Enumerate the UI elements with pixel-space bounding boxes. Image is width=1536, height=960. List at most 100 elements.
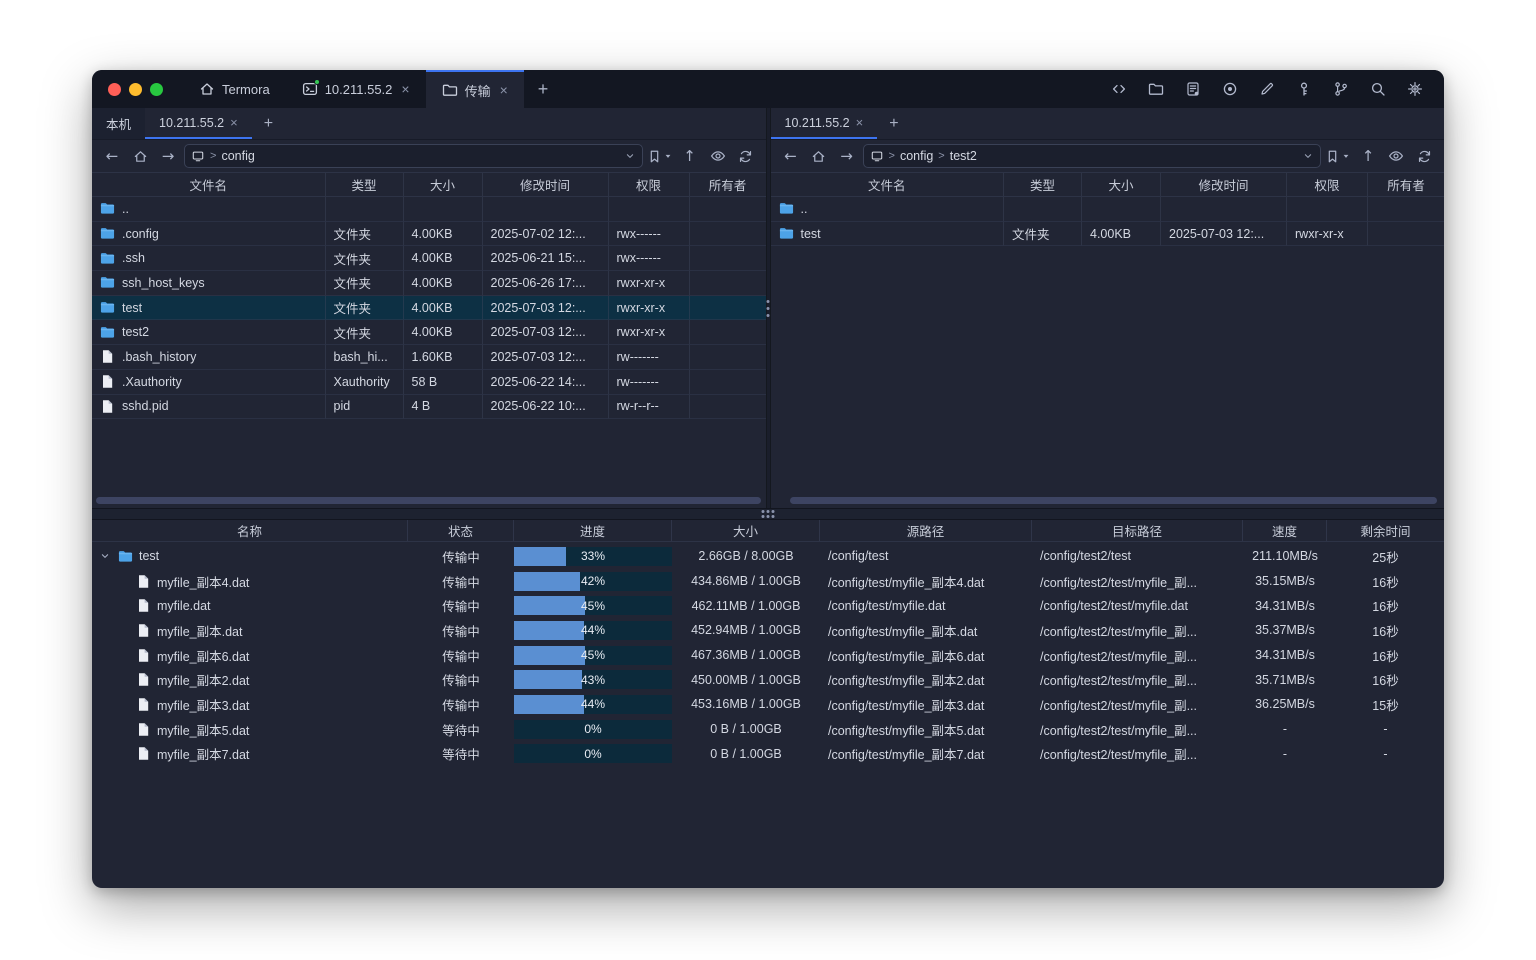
chevron-down-icon[interactable] <box>98 550 112 562</box>
tab-remote-host[interactable]: 10.211.55.2 × <box>145 108 252 139</box>
horizontal-scrollbar[interactable] <box>96 497 761 504</box>
col-type[interactable]: 类型 <box>1004 173 1082 196</box>
file-row[interactable]: test2 文件夹 4.00KB 2025-07-03 12:... rwxr-… <box>92 320 766 345</box>
col-perm[interactable]: 权限 <box>609 173 690 196</box>
close-tab-icon[interactable]: × <box>500 82 508 98</box>
path-breadcrumb[interactable]: > config > test2 <box>863 144 1322 168</box>
col-dst[interactable]: 目标路径 <box>1032 520 1243 541</box>
col-owner[interactable]: 所有者 <box>1368 173 1444 196</box>
home-button[interactable] <box>128 144 152 168</box>
folder-icon[interactable] <box>1145 78 1167 100</box>
tab-remote-host[interactable]: 10.211.55.2 × <box>771 108 878 139</box>
bookmark-button[interactable] <box>647 149 674 164</box>
folder-icon <box>779 226 794 241</box>
transfer-splitter[interactable] <box>92 508 1444 520</box>
tab-local[interactable]: 本机 <box>92 108 145 139</box>
file-row[interactable]: sshd.pid pid 4 B 2025-06-22 10:... rw-r-… <box>92 395 766 420</box>
col-name[interactable]: 名称 <box>92 520 408 541</box>
key-icon[interactable] <box>1293 78 1315 100</box>
left-file-panel: 本机 10.211.55.2 × + ← → > config <box>92 108 766 508</box>
edit-icon[interactable] <box>1256 78 1278 100</box>
file-row-selected[interactable]: test 文件夹 4.00KB 2025-07-03 12:... rwxr-x… <box>92 296 766 321</box>
col-type[interactable]: 类型 <box>326 173 404 196</box>
maximize-window-button[interactable] <box>150 83 163 96</box>
show-hidden-button[interactable] <box>1384 144 1408 168</box>
new-panel-tab-button[interactable]: + <box>877 108 910 139</box>
branch-icon[interactable] <box>1330 78 1352 100</box>
file-row[interactable]: .bash_history bash_hi... 1.60KB 2025-07-… <box>92 345 766 370</box>
progress-label: 45% <box>514 596 672 615</box>
transfer-src: /config/test/myfile_副本3.dat <box>820 692 1032 717</box>
transfer-size: 2.66GB / 8.00GB <box>672 544 820 569</box>
file-row[interactable]: test 文件夹 4.00KB 2025-07-03 12:... rwxr-x… <box>771 222 1445 247</box>
transfer-row[interactable]: myfile_副本5.dat 等待中 0% 0 B / 1.00GB /conf… <box>92 717 1444 742</box>
crumb-segment[interactable]: config <box>221 149 254 163</box>
transfer-row[interactable]: myfile.dat 传输中 45% 462.11MB / 1.00GB /co… <box>92 593 1444 618</box>
code-icon[interactable] <box>1108 78 1130 100</box>
refresh-button[interactable] <box>734 144 758 168</box>
file-row[interactable]: .. <box>92 197 766 222</box>
transfer-row[interactable]: test 传输中 33% 2.66GB / 8.00GB /config/tes… <box>92 544 1444 569</box>
transfer-row[interactable]: myfile_副本7.dat 等待中 0% 0 B / 1.00GB /conf… <box>92 742 1444 767</box>
parent-dir-button[interactable]: ↑ <box>678 144 702 168</box>
col-owner[interactable]: 所有者 <box>690 173 766 196</box>
file-row[interactable]: .config 文件夹 4.00KB 2025-07-02 12:... rwx… <box>92 222 766 247</box>
transfer-row[interactable]: myfile_副本3.dat 传输中 44% 453.16MB / 1.00GB… <box>92 692 1444 717</box>
transfer-row[interactable]: myfile_副本4.dat 传输中 42% 434.86MB / 1.00GB… <box>92 569 1444 594</box>
col-size[interactable]: 大小 <box>1082 173 1161 196</box>
tab-transfer[interactable]: 传输 × <box>426 70 524 108</box>
transfer-name: myfile_副本3.dat <box>157 695 249 714</box>
transfer-row[interactable]: myfile_副本2.dat 传输中 43% 450.00MB / 1.00GB… <box>92 667 1444 692</box>
parent-dir-button[interactable]: ↑ <box>1356 144 1380 168</box>
home-button[interactable] <box>807 144 831 168</box>
chevron-down-icon[interactable] <box>624 150 636 162</box>
horizontal-scrollbar[interactable] <box>790 497 1438 504</box>
refresh-button[interactable] <box>1412 144 1436 168</box>
macro-list-icon[interactable] <box>1182 78 1204 100</box>
gear-icon[interactable] <box>1404 78 1426 100</box>
minimize-window-button[interactable] <box>129 83 142 96</box>
col-size[interactable]: 大小 <box>404 173 483 196</box>
folder-icon <box>100 251 115 266</box>
chevron-down-icon[interactable] <box>1302 150 1314 162</box>
path-breadcrumb[interactable]: > config <box>184 144 643 168</box>
file-row[interactable]: ssh_host_keys 文件夹 4.00KB 2025-06-26 17:.… <box>92 271 766 296</box>
close-tab-icon[interactable]: × <box>856 115 864 130</box>
show-hidden-button[interactable] <box>706 144 730 168</box>
back-button[interactable]: ← <box>779 144 803 168</box>
col-mtime[interactable]: 修改时间 <box>483 173 609 196</box>
bookmark-button[interactable] <box>1325 149 1352 164</box>
transfer-size: 450.00MB / 1.00GB <box>672 667 820 692</box>
right-file-panel: 10.211.55.2 × + ← → > config > test2 <box>771 108 1445 508</box>
col-progress[interactable]: 进度 <box>514 520 672 541</box>
crumb-segment[interactable]: config <box>900 149 933 163</box>
file-row[interactable]: .. <box>771 197 1445 222</box>
back-button[interactable]: ← <box>100 144 124 168</box>
file-row[interactable]: .ssh 文件夹 4.00KB 2025-06-21 15:... rwx---… <box>92 246 766 271</box>
col-filename[interactable]: 文件名 <box>771 173 1005 196</box>
crumb-segment[interactable]: test2 <box>950 149 977 163</box>
terminal-icon <box>302 81 318 97</box>
tab-termora-home[interactable]: Termora <box>183 70 286 108</box>
tab-ssh-session[interactable]: 10.211.55.2 × <box>286 70 426 108</box>
col-mtime[interactable]: 修改时间 <box>1161 173 1287 196</box>
search-icon[interactable] <box>1367 78 1389 100</box>
col-status[interactable]: 状态 <box>408 520 514 541</box>
transfer-row[interactable]: myfile_副本.dat 传输中 44% 452.94MB / 1.00GB … <box>92 618 1444 643</box>
col-speed[interactable]: 速度 <box>1243 520 1327 541</box>
new-panel-tab-button[interactable]: + <box>252 108 285 139</box>
file-row[interactable]: .Xauthority Xauthority 58 B 2025-06-22 1… <box>92 370 766 395</box>
col-perm[interactable]: 权限 <box>1287 173 1368 196</box>
new-tab-button[interactable]: + <box>524 70 563 108</box>
forward-button[interactable]: → <box>156 144 180 168</box>
close-window-button[interactable] <box>108 83 121 96</box>
close-tab-icon[interactable]: × <box>401 81 409 97</box>
record-icon[interactable] <box>1219 78 1241 100</box>
col-size[interactable]: 大小 <box>672 520 820 541</box>
close-tab-icon[interactable]: × <box>230 115 238 130</box>
col-src[interactable]: 源路径 <box>820 520 1032 541</box>
transfer-row[interactable]: myfile_副本6.dat 传输中 45% 467.36MB / 1.00GB… <box>92 643 1444 668</box>
col-filename[interactable]: 文件名 <box>92 173 326 196</box>
forward-button[interactable]: → <box>835 144 859 168</box>
col-eta[interactable]: 剩余时间 <box>1327 520 1444 541</box>
